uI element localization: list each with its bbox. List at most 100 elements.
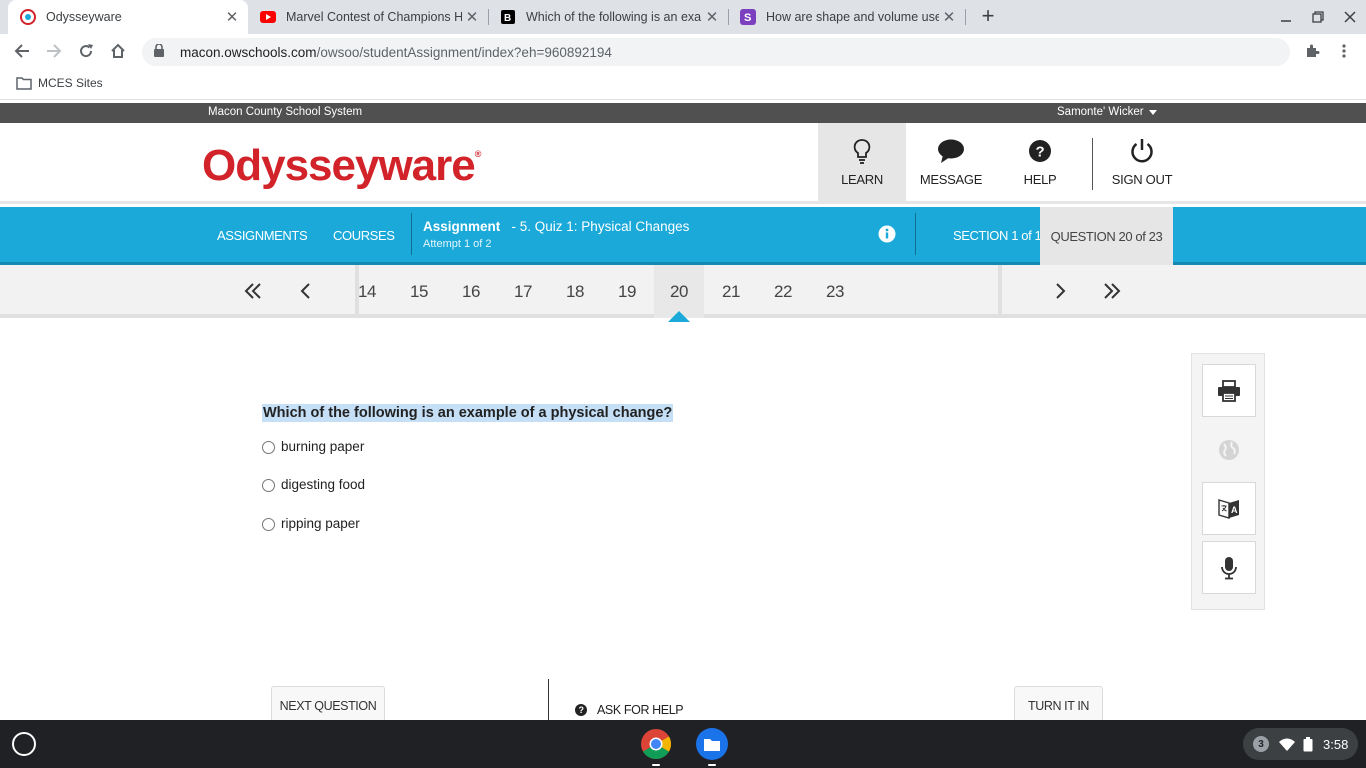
assignment-title: Assignment - 5. Quiz 1: Physical Changes	[423, 219, 689, 234]
question-number-16[interactable]: 16	[446, 265, 496, 318]
answer-radio[interactable]	[262, 441, 275, 454]
question-indicator: QUESTION 20 of 23	[1040, 207, 1173, 265]
close-window-icon[interactable]	[1334, 0, 1366, 34]
double-chevron-right-icon	[1104, 283, 1121, 299]
microphone-button[interactable]	[1202, 541, 1256, 594]
tab-title: Marvel Contest of Champions H	[286, 10, 462, 24]
bookmark-label: MCES Sites	[38, 76, 103, 90]
svg-text:B: B	[504, 13, 511, 24]
close-tab-icon[interactable]: ✕	[462, 8, 482, 26]
close-tab-icon[interactable]: ✕	[222, 8, 242, 26]
question-number-22[interactable]: 22	[758, 265, 808, 318]
assignment-name: - 5. Quiz 1: Physical Changes	[511, 219, 690, 234]
assignments-link[interactable]: ASSIGNMENTS	[217, 228, 308, 243]
last-question-button[interactable]	[1099, 278, 1125, 304]
lock-icon	[154, 43, 168, 60]
nav-divider	[1092, 138, 1093, 190]
answer-choice[interactable]: digesting food	[262, 476, 365, 492]
first-question-button[interactable]	[240, 278, 266, 304]
help-circle-icon: ?	[575, 704, 587, 716]
chrome-icon[interactable]	[640, 728, 672, 760]
printer-icon	[1218, 379, 1240, 402]
tab-quizlet[interactable]: S How are shape and volume usec ✕	[728, 0, 965, 34]
lightbulb-icon	[853, 139, 871, 164]
question-prompt: Which of the following is an example of …	[262, 404, 674, 422]
ask-for-help-link[interactable]: ? ASK FOR HELP	[575, 703, 684, 717]
home-icon[interactable]	[104, 38, 132, 64]
forward-icon[interactable]	[40, 38, 68, 64]
nav-learn-label: LEARN	[841, 172, 883, 187]
tab-brainly[interactable]: B Which of the following is an exa ✕	[488, 0, 728, 34]
wifi-icon	[1279, 738, 1295, 751]
question-number-15[interactable]: 15	[394, 265, 444, 318]
tab-title: How are shape and volume usec	[766, 10, 939, 24]
nav-help-label: HELP	[1023, 172, 1057, 187]
print-button[interactable]	[1202, 364, 1256, 417]
bar-divider	[411, 213, 412, 255]
restore-icon[interactable]	[1302, 0, 1334, 34]
nav-help[interactable]: ? HELP	[1000, 123, 1080, 203]
answer-choice[interactable]: ripping paper	[262, 515, 360, 531]
quizlet-favicon-icon: S	[740, 9, 756, 25]
tab-separator	[965, 9, 966, 25]
url-host: macon.owschools.com	[180, 44, 317, 60]
minimize-icon[interactable]	[1270, 0, 1302, 34]
courses-link[interactable]: COURSES	[333, 228, 395, 243]
tab-youtube[interactable]: Marvel Contest of Champions H ✕	[248, 0, 488, 34]
assignment-bar: ASSIGNMENTS COURSES Assignment - 5. Quiz…	[0, 207, 1366, 265]
tab-odysseyware[interactable]: Odysseyware ✕	[8, 0, 248, 34]
question-number-14[interactable]: 14	[342, 265, 392, 318]
tab-title: Which of the following is an exa	[526, 10, 702, 24]
extensions-icon[interactable]	[1298, 38, 1326, 64]
address-bar[interactable]: macon.owschools.com/owsoo/studentAssignm…	[142, 38, 1290, 66]
translate-button[interactable]: A	[1202, 482, 1256, 535]
nav-learn[interactable]: LEARN	[818, 123, 906, 203]
answer-radio[interactable]	[262, 518, 275, 531]
question-number-21[interactable]: 21	[706, 265, 756, 318]
brainly-favicon-icon: B	[500, 9, 516, 25]
user-menu[interactable]: Samonte' Wicker	[1057, 106, 1157, 118]
close-tab-icon[interactable]: ✕	[939, 8, 959, 26]
answer-radio[interactable]	[262, 479, 275, 492]
globe-button[interactable]	[1202, 423, 1256, 476]
running-indicator	[708, 764, 716, 766]
double-chevron-left-icon	[244, 283, 261, 299]
question-number-23[interactable]: 23	[810, 265, 860, 318]
folder-icon	[16, 77, 32, 90]
chrome-menu-icon[interactable]	[1330, 38, 1358, 64]
section-indicator: SECTION 1 of 1	[953, 228, 1042, 243]
nav-message[interactable]: MESSAGE	[906, 123, 996, 203]
answer-choice[interactable]: burning paper	[262, 438, 364, 454]
question-number-19[interactable]: 19	[602, 265, 652, 318]
attempt-count: Attempt 1 of 2	[423, 238, 492, 250]
bookmark-folder-mces-sites[interactable]: MCES Sites	[16, 76, 103, 90]
files-icon[interactable]	[696, 728, 728, 760]
running-indicator	[652, 764, 660, 766]
odysseyware-logo[interactable]: Odysseyware®	[202, 141, 481, 191]
odysseyware-favicon-icon	[20, 9, 36, 25]
next-question-arrow[interactable]	[1048, 278, 1074, 304]
svg-text:A: A	[1231, 505, 1238, 515]
system-tray[interactable]: 3 3:58	[1243, 728, 1358, 760]
youtube-favicon-icon	[260, 9, 276, 25]
nav-sign-out-label: SIGN OUT	[1111, 172, 1173, 187]
launcher-icon[interactable]	[12, 732, 36, 756]
nav-sign-out[interactable]: SIGN OUT	[1100, 123, 1184, 203]
info-icon[interactable]	[878, 225, 896, 248]
previous-question-button[interactable]	[292, 278, 318, 304]
answer-label: digesting food	[281, 476, 366, 492]
back-icon[interactable]	[8, 38, 36, 64]
district-name: Macon County School System	[208, 106, 363, 118]
url-path: /owsoo/studentAssignment/index?eh=960892…	[316, 44, 612, 60]
ask-for-help-label: ASK FOR HELP	[597, 703, 684, 717]
reload-icon[interactable]	[72, 38, 100, 64]
notification-count: 3	[1253, 736, 1269, 752]
close-tab-icon[interactable]: ✕	[702, 8, 722, 26]
caret-down-icon	[1148, 109, 1157, 115]
new-tab-button[interactable]: +	[975, 4, 1001, 30]
tools-panel: A	[1191, 353, 1265, 610]
question-number-18[interactable]: 18	[550, 265, 600, 318]
svg-text:?: ?	[1036, 144, 1045, 161]
chevron-right-icon	[1056, 283, 1066, 299]
question-number-17[interactable]: 17	[498, 265, 548, 318]
